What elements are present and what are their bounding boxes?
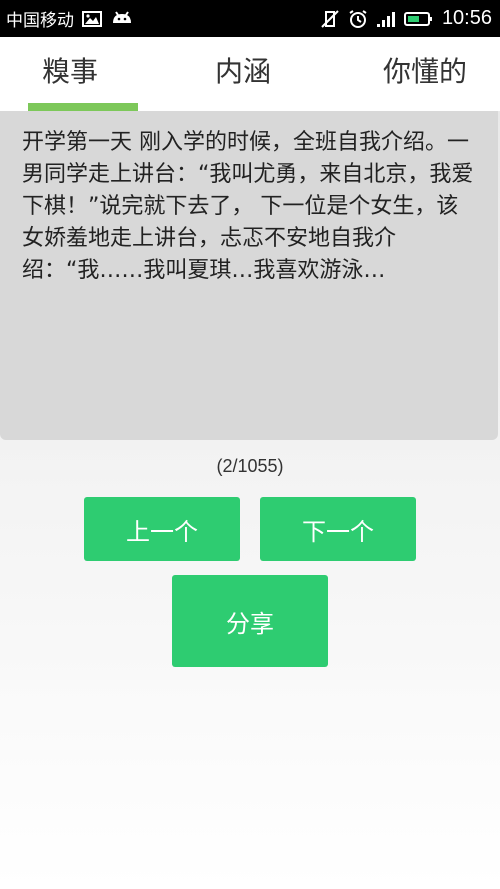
signal-icon (376, 9, 396, 29)
vibrate-off-icon (320, 9, 340, 29)
clock-time: 10:56 (441, 7, 492, 29)
tab-qiushi[interactable]: 糗事 (0, 37, 140, 103)
share-button[interactable]: 分享 (172, 575, 328, 667)
status-left: 中国移动 (6, 0, 131, 37)
android-notification-icon (110, 9, 131, 29)
carrier-label: 中国移动 (6, 11, 74, 31)
status-right: 10:56 (320, 0, 492, 37)
image-notification-icon (82, 9, 102, 29)
previous-button[interactable]: 上一个 (84, 497, 240, 561)
tab-neihan[interactable]: 内涵 (173, 37, 313, 103)
status-bar: 中国移动 10:56 (0, 0, 500, 37)
next-button[interactable]: 下一个 (260, 497, 416, 561)
page-counter: (2/1055) (216, 456, 284, 476)
joke-content-card: 开学第一天 刚入学的时候，全班自我介绍。一男同学走上讲台：“我叫尤勇，来自北京，… (0, 111, 498, 440)
alarm-icon (348, 9, 368, 29)
active-tab-indicator (28, 103, 138, 111)
joke-text: 开学第一天 刚入学的时候，全班自我介绍。一男同学走上讲台：“我叫尤勇，来自北京，… (22, 130, 474, 283)
tab-bar: 糗事 内涵 你懂的 (0, 37, 500, 111)
battery-icon (403, 9, 434, 29)
tab-nidongde[interactable]: 你懂的 (355, 37, 495, 103)
